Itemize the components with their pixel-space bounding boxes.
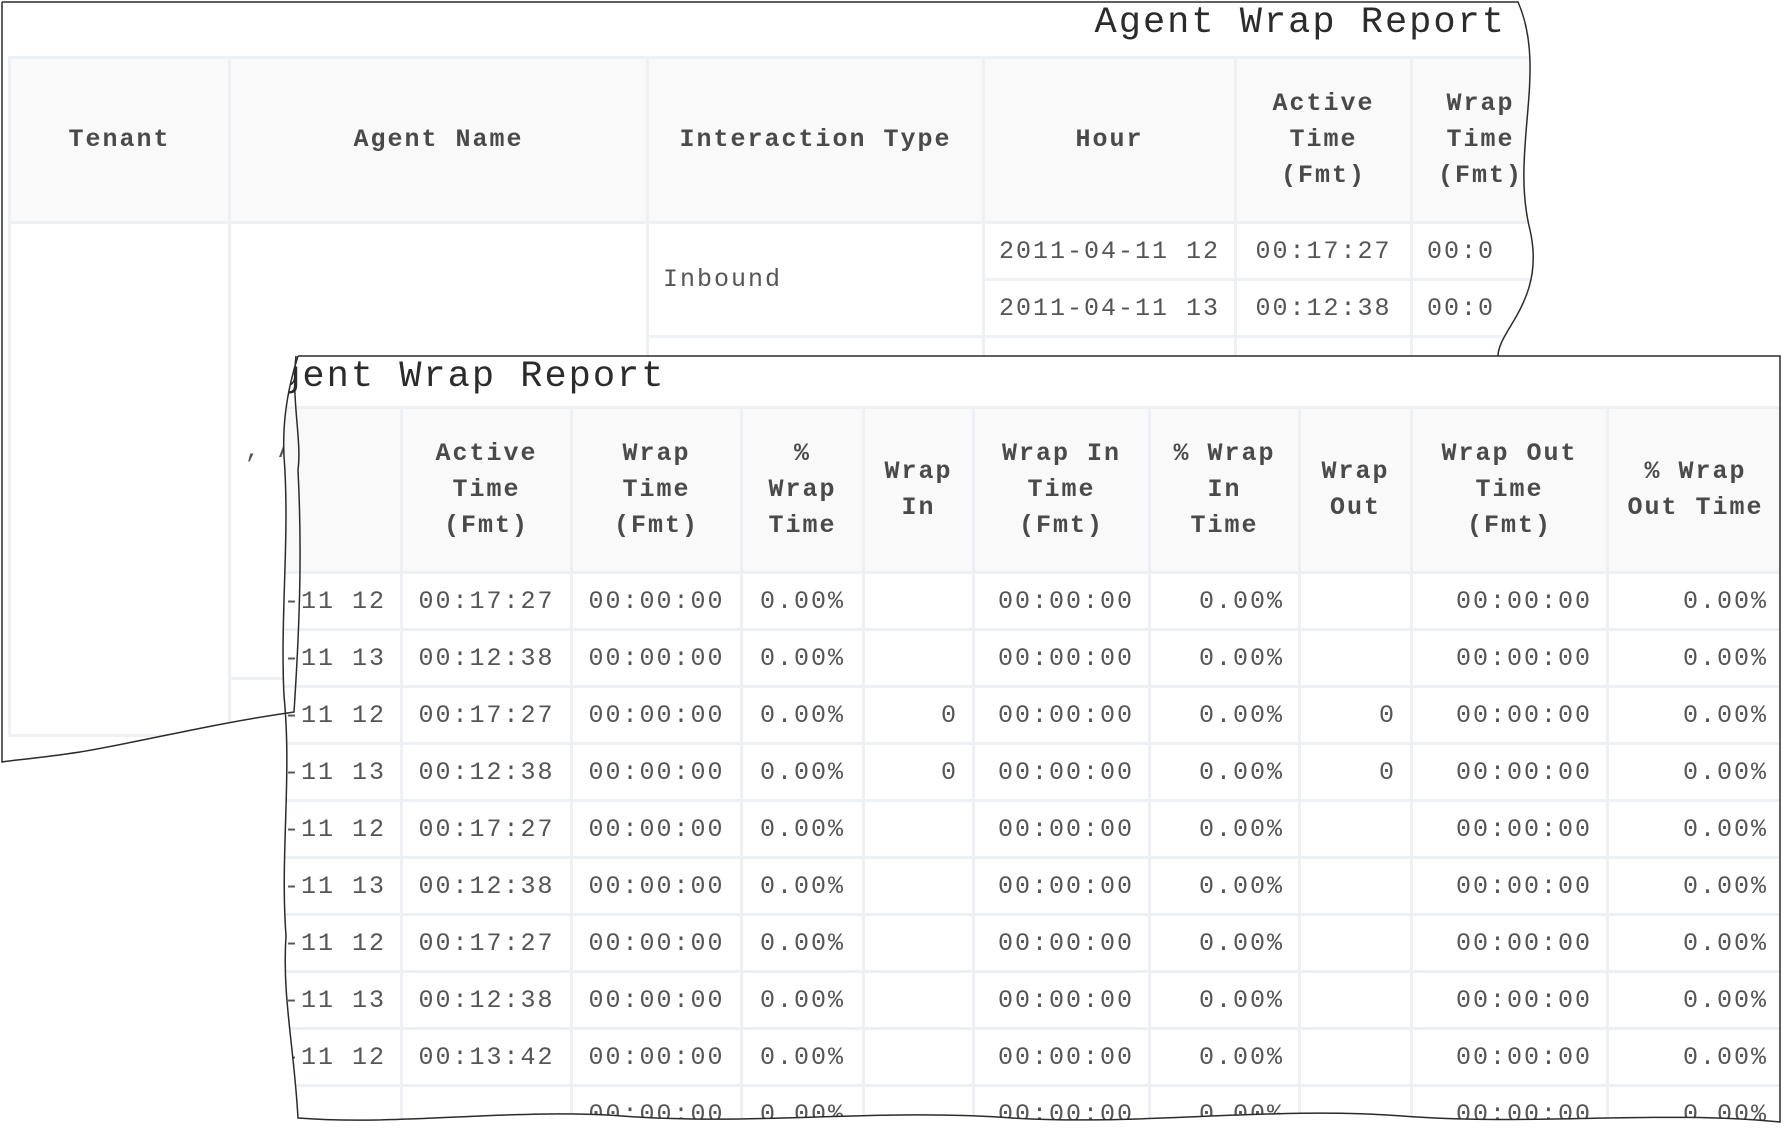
torn-edge-outlines	[1, 1, 1781, 1123]
back-fragment-edge	[1, 1, 1534, 763]
front-fragment-edge	[282, 355, 1781, 1123]
